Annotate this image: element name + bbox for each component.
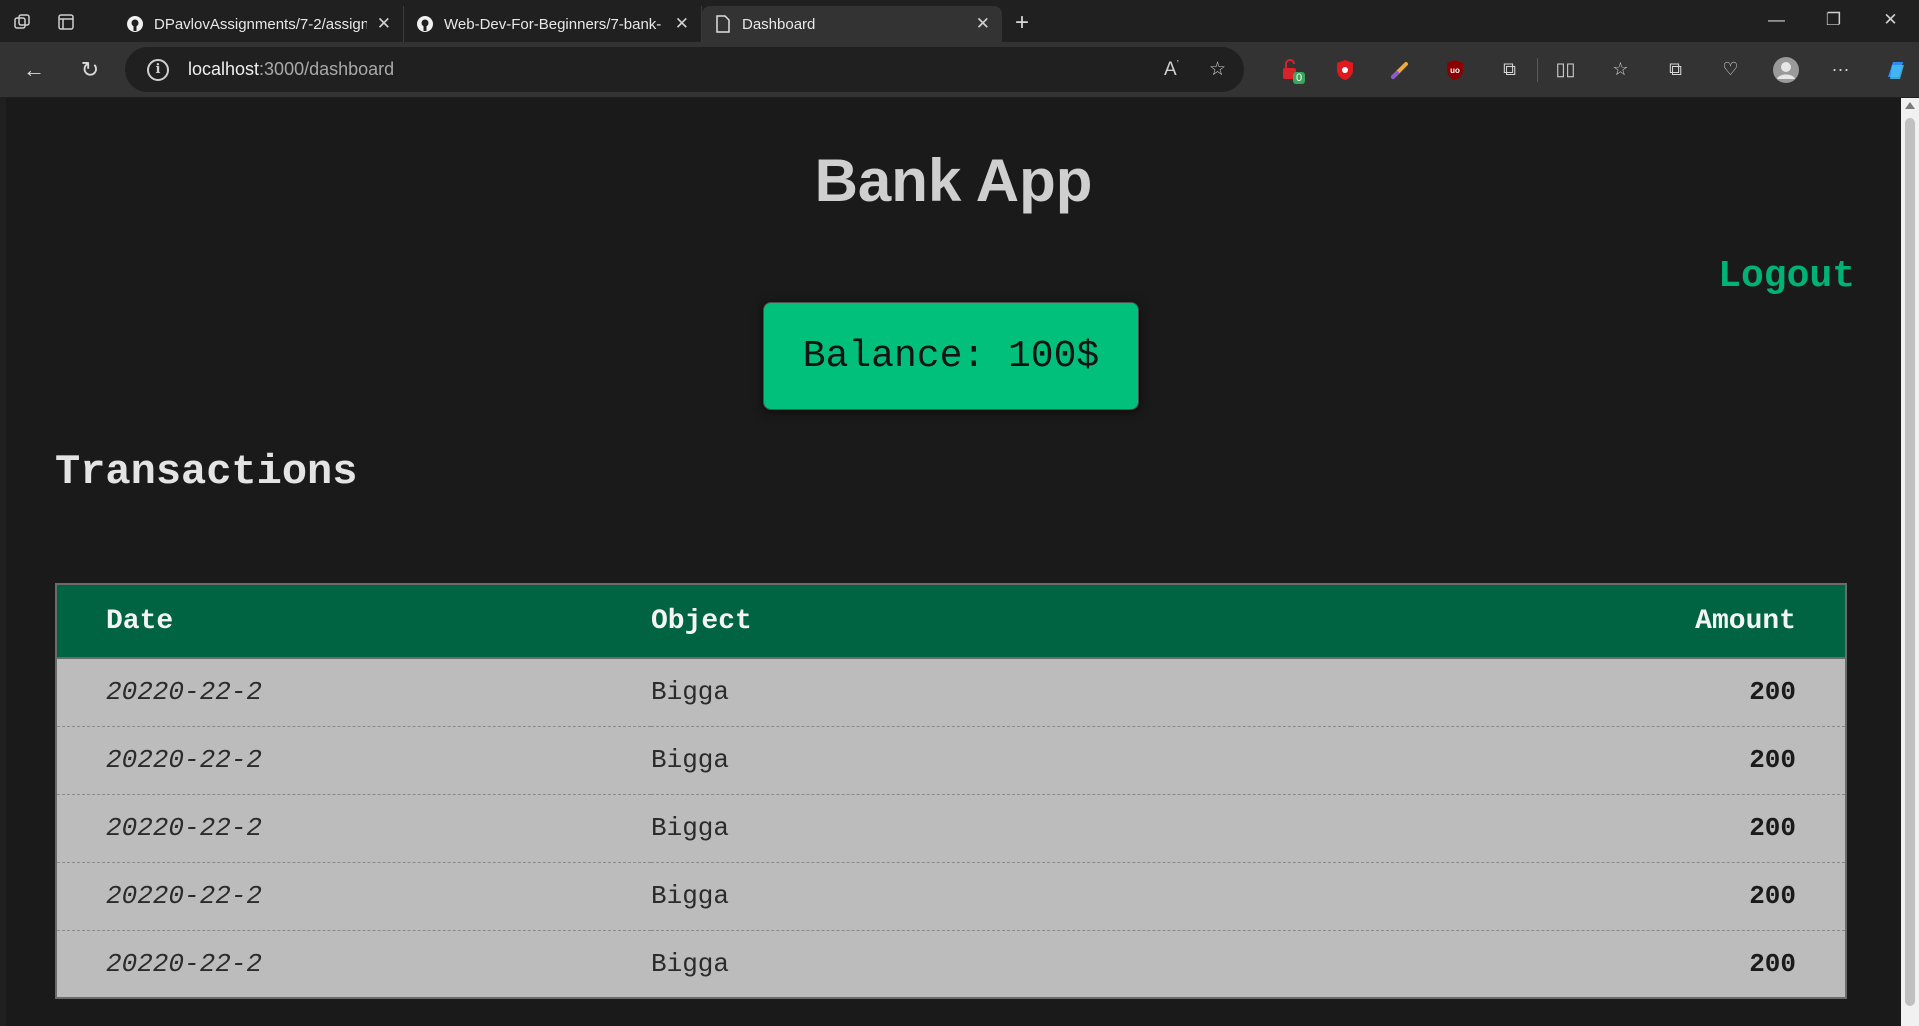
table-row: 20220-22-2 Bigga 200	[56, 726, 1846, 794]
cell-object: Bigga	[651, 813, 730, 843]
shield-extension-icon[interactable]	[1317, 42, 1372, 97]
balance-card: Balance: 100$	[763, 302, 1139, 410]
tab-2[interactable]: Dashboard ✕	[702, 6, 1002, 42]
page-viewport: Bank App Logout Balance: 100$ Transactio…	[6, 98, 1919, 1026]
cell-object: Bigga	[651, 745, 730, 775]
cell-amount: 200	[1749, 881, 1796, 911]
header-date: Date	[106, 605, 174, 637]
more-menu-icon[interactable]: ···	[1813, 42, 1868, 97]
header-amount: Amount	[1695, 605, 1796, 637]
vertical-scrollbar[interactable]	[1901, 98, 1919, 1026]
favorite-star-icon[interactable]: ☆	[1209, 58, 1226, 81]
refresh-icon[interactable]: ↻	[62, 42, 118, 97]
cell-amount: 200	[1749, 948, 1796, 979]
cell-date: 20220-22-2	[106, 745, 263, 775]
github-icon	[416, 15, 434, 33]
pen-extension-icon[interactable]	[1372, 42, 1427, 97]
tab-actions-icon[interactable]	[44, 2, 88, 42]
read-aloud-icon[interactable]: Aʼ	[1164, 59, 1179, 81]
close-tab-icon[interactable]: ✕	[675, 14, 689, 34]
page-icon	[714, 15, 732, 33]
github-icon	[126, 15, 144, 33]
site-info-icon[interactable]: i	[147, 58, 169, 81]
tab-title: Web-Dev-For-Beginners/7-bank-	[444, 15, 662, 33]
table-row: 20220-22-2 Bigga 200	[56, 930, 1846, 998]
new-tab-button[interactable]: +	[1002, 4, 1042, 42]
table-row: 20220-22-2 Bigga 200	[56, 658, 1846, 726]
extensions-row: 0 uo ⧉ ▯▯ ☆ ⧉ ♡ ···	[1262, 42, 1919, 97]
back-icon[interactable]: ←	[6, 42, 62, 97]
tab-0[interactable]: DPavlovAssignments/7-2/assignm ✕	[114, 6, 404, 42]
workspaces-icon[interactable]	[0, 2, 44, 42]
cell-amount: 200	[1749, 677, 1796, 708]
logout-link[interactable]: Logout	[1718, 255, 1855, 298]
minimize-icon[interactable]: —	[1748, 0, 1805, 40]
ublock-icon[interactable]: uo	[1427, 42, 1482, 97]
app-title: Bank App	[814, 147, 1093, 214]
close-window-icon[interactable]: ✕	[1862, 0, 1919, 40]
cell-date: 20220-22-2	[106, 881, 263, 911]
collections-icon[interactable]: ⧉	[1648, 42, 1703, 97]
transactions-table: Date Object Amount 20220-22-2 Bigga 200 …	[55, 583, 1847, 999]
cell-object: Bigga	[651, 948, 730, 979]
svg-text:uo: uo	[1450, 66, 1460, 75]
cell-amount: 200	[1749, 813, 1796, 843]
cell-object: Bigga	[651, 881, 730, 911]
cell-date: 20220-22-2	[106, 813, 263, 843]
cell-date: 20220-22-2	[106, 677, 263, 708]
lock-extension-icon[interactable]: 0	[1262, 42, 1317, 97]
copilot-icon[interactable]	[1868, 42, 1919, 97]
balance-text: Balance: 100$	[802, 334, 1100, 378]
header-object: Object	[651, 605, 752, 637]
profile-avatar-icon[interactable]	[1758, 42, 1813, 97]
tab-1[interactable]: Web-Dev-For-Beginners/7-bank- ✕	[404, 6, 702, 42]
restore-icon[interactable]: ❐	[1805, 0, 1862, 40]
url-text[interactable]: localhost:3000/dashboard	[188, 59, 394, 80]
window-controls: — ❐ ✕	[1748, 0, 1919, 40]
cell-amount: 200	[1749, 745, 1796, 775]
favorites-icon[interactable]: ☆	[1593, 42, 1648, 97]
cell-date: 20220-22-2	[106, 948, 263, 979]
extensions-puzzle-icon[interactable]: ⧉	[1482, 42, 1537, 97]
table-header-row: Date Object Amount	[56, 584, 1846, 658]
table-row: 20220-22-2 Bigga 200	[56, 794, 1846, 862]
tab-title: DPavlovAssignments/7-2/assignm	[154, 15, 367, 33]
table-row: 20220-22-2 Bigga 200	[56, 862, 1846, 930]
close-tab-icon[interactable]: ✕	[976, 14, 990, 34]
address-bar[interactable]: i localhost:3000/dashboard Aʼ ☆	[125, 47, 1244, 92]
extension-badge: 0	[1293, 72, 1306, 84]
split-screen-icon[interactable]: ▯▯	[1538, 42, 1593, 97]
transactions-heading: Transactions	[55, 448, 358, 496]
close-tab-icon[interactable]: ✕	[377, 14, 391, 34]
toolbar: ← ↻ i localhost:3000/dashboard Aʼ ☆ 0 uo…	[0, 42, 1919, 97]
browser-essentials-icon[interactable]: ♡	[1703, 42, 1758, 97]
tab-title: Dashboard	[742, 15, 816, 33]
scroll-up-arrow-icon[interactable]	[1905, 102, 1915, 109]
scrollbar-thumb[interactable]	[1905, 118, 1915, 1006]
cell-object: Bigga	[651, 677, 730, 708]
tab-strip: DPavlovAssignments/7-2/assignm ✕ Web-Dev…	[0, 0, 1919, 42]
